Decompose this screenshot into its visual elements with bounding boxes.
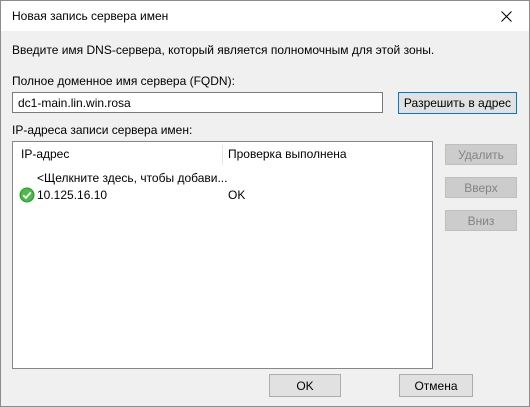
column-header-status[interactable]: Проверка выполнена	[228, 142, 347, 167]
dialog-window: Новая запись сервера имен Введите имя DN…	[0, 0, 530, 407]
column-divider	[222, 145, 223, 165]
add-new-placeholder: <Щелкните здесь, чтобы добави...	[37, 171, 228, 185]
ip-list-label: IP-адреса записи сервера имен:	[12, 123, 193, 137]
resolve-address-button[interactable]: Разрешить в адрес	[398, 92, 517, 114]
cancel-button[interactable]: Отмена	[399, 374, 473, 397]
move-up-button[interactable]: Вверх	[445, 177, 517, 198]
validation-status: OK	[228, 188, 246, 202]
list-item-add-new[interactable]: <Щелкните здесь, чтобы добави...	[13, 169, 432, 187]
move-down-button[interactable]: Вниз	[445, 210, 517, 231]
ok-button[interactable]: OK	[269, 374, 341, 397]
title-bar: Новая запись сервера имен	[1, 1, 529, 31]
close-icon	[500, 10, 512, 22]
check-ok-icon	[19, 187, 35, 203]
column-header-ip[interactable]: IP-адрес	[21, 142, 69, 167]
close-button[interactable]	[483, 1, 529, 31]
fqdn-input[interactable]	[12, 92, 383, 113]
fqdn-label: Полное доменное имя сервера (FQDN):	[12, 74, 235, 88]
ip-address-list[interactable]: IP-адрес Проверка выполнена <Щелкните зд…	[12, 141, 433, 369]
instruction-text: Введите имя DNS-сервера, который являетс…	[12, 43, 435, 57]
ip-address-value: 10.125.16.10	[37, 188, 108, 202]
window-title: Новая запись сервера имен	[12, 9, 169, 23]
list-item[interactable]: 10.125.16.10 OK	[13, 186, 432, 204]
delete-button[interactable]: Удалить	[445, 144, 517, 165]
